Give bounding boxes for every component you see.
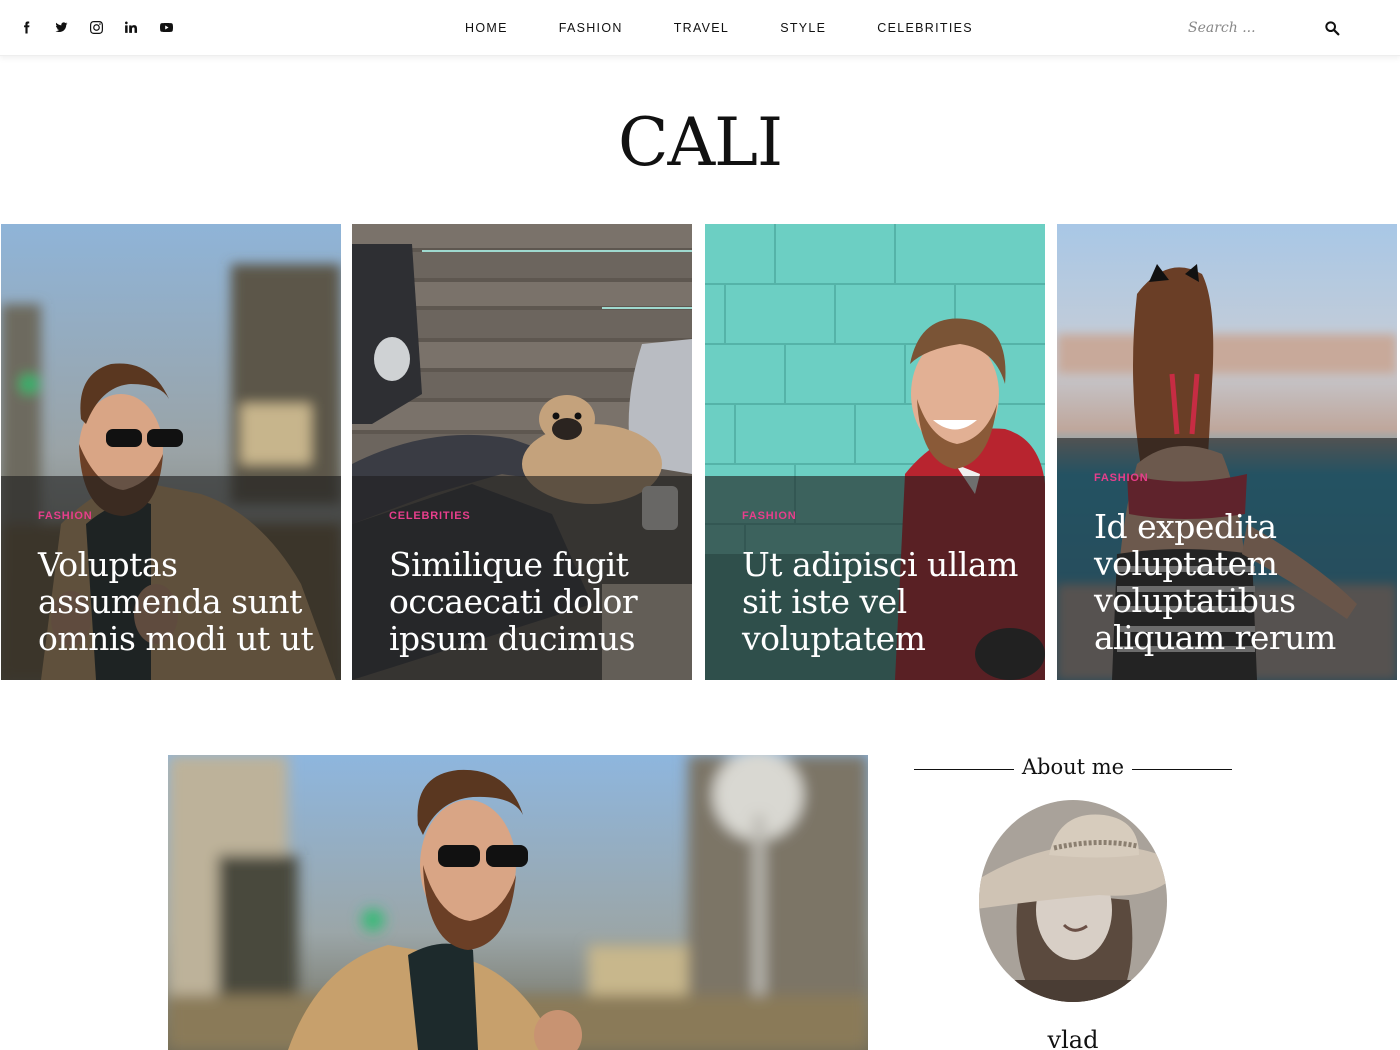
heading-divider (1132, 769, 1232, 770)
main-nav: HOME FASHION TRAVEL STYLE CELEBRITIES (465, 0, 1024, 56)
about-me-heading: About me (914, 755, 1232, 783)
nav-item-style[interactable]: STYLE (780, 21, 826, 35)
top-bar: HOME FASHION TRAVEL STYLE CELEBRITIES (0, 0, 1400, 56)
instagram-icon[interactable] (88, 17, 105, 37)
nav-item-travel[interactable]: TRAVEL (674, 21, 730, 35)
avatar-image (979, 800, 1167, 1002)
card-title[interactable]: Voluptas assumenda sunt omnis modi ut ut (38, 546, 328, 657)
search-box (1188, 14, 1348, 42)
site-logo[interactable]: CALI (0, 104, 1400, 181)
featured-posts: FASHION Voluptas assumenda sunt omnis mo… (1, 224, 1399, 680)
nav-item-home[interactable]: HOME (465, 21, 508, 35)
search-icon[interactable] (1324, 20, 1340, 36)
card-title[interactable]: Id expedita voluptatem voluptatibus aliq… (1094, 508, 1384, 656)
featured-card[interactable]: FASHION Id expedita voluptatem voluptati… (1057, 224, 1397, 680)
card-category[interactable]: FASHION (742, 510, 797, 522)
card-category[interactable]: FASHION (38, 510, 93, 522)
nav-item-fashion[interactable]: FASHION (559, 21, 623, 35)
twitter-icon[interactable] (53, 17, 70, 37)
social-links (18, 17, 175, 37)
card-title[interactable]: Ut adipisci ullam sit iste vel voluptate… (742, 546, 1032, 657)
card-category[interactable]: CELEBRITIES (389, 510, 471, 522)
featured-card[interactable]: FASHION Ut adipisci ullam sit iste vel v… (705, 224, 1045, 680)
nav-item-celebrities[interactable]: CELEBRITIES (877, 21, 973, 35)
author-name: vlad (1047, 1026, 1099, 1050)
card-title[interactable]: Similique fugit occaecati dolor ipsum du… (389, 546, 679, 657)
about-me-title: About me (1021, 755, 1125, 779)
youtube-icon[interactable] (158, 17, 175, 37)
featured-card[interactable]: FASHION Voluptas assumenda sunt omnis mo… (1, 224, 341, 680)
post-featured-image[interactable] (168, 755, 868, 1050)
post-image (168, 755, 868, 1050)
avatar (979, 800, 1167, 1002)
facebook-icon[interactable] (18, 17, 35, 37)
featured-card[interactable]: CELEBRITIES Similique fugit occaecati do… (352, 224, 692, 680)
linkedin-icon[interactable] (123, 17, 140, 37)
card-category[interactable]: FASHION (1094, 472, 1149, 484)
search-input[interactable] (1188, 14, 1313, 42)
